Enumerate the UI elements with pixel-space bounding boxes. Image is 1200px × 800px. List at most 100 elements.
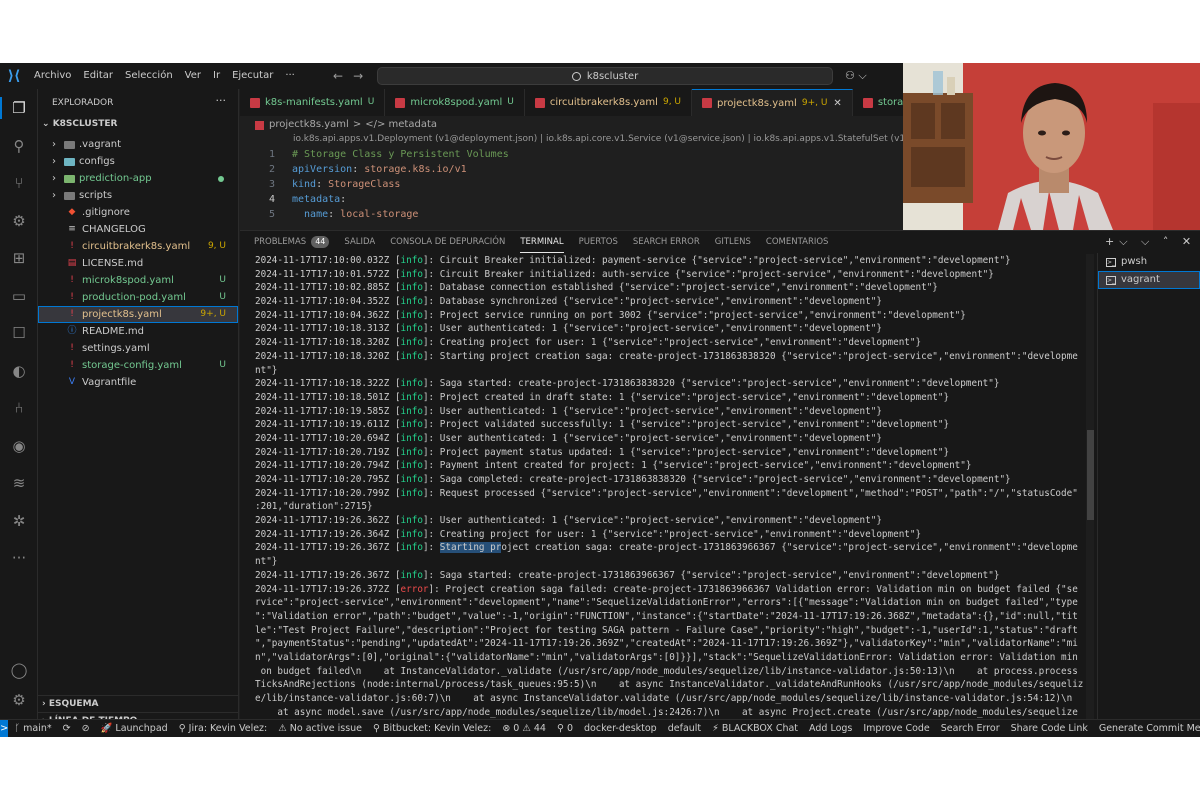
docker-icon[interactable]: ≋ xyxy=(7,472,31,494)
editor-tab[interactable]: k8s-manifests.yaml U xyxy=(240,89,386,116)
menu-item[interactable]: Ir xyxy=(207,63,226,89)
folder-item[interactable]: › scripts xyxy=(38,187,238,204)
file-item[interactable]: ≡ CHANGELOG xyxy=(38,221,238,238)
panel-actions[interactable]: +⌵ ⌵ ˄ ✕ xyxy=(1105,231,1196,253)
menu-item[interactable]: Ver xyxy=(179,63,207,89)
status-item[interactable]: docker-desktop xyxy=(584,723,657,734)
folder-item[interactable]: › configs xyxy=(38,153,238,170)
vscode-window: ⟩⟨ Archivo Editar Selección Ver Ir Ejecutar ··… xyxy=(0,63,1200,737)
file-item[interactable]: ⓘ README.md xyxy=(38,323,238,340)
log-message: at async model.save (/usr/src/app/node_m… xyxy=(255,706,1078,718)
menu-item[interactable]: Ejecutar xyxy=(226,63,279,89)
terminal-output[interactable]: 2024-11-17T17:10:00.032Z [info]: Circuit… xyxy=(255,254,1085,720)
account-icon[interactable]: ◯ xyxy=(7,659,31,681)
panel-tab[interactable]: CONSOLA DE DEPURACIÓN xyxy=(390,231,505,253)
menu-item[interactable]: ··· xyxy=(279,63,301,89)
file-item[interactable]: ▤ LICENSE.md xyxy=(38,255,238,272)
file-item[interactable]: ! microk8spod.yaml U xyxy=(38,272,238,289)
terminal-instance[interactable]: >_ pwsh xyxy=(1098,253,1200,271)
command-center-search[interactable]: k8scluster xyxy=(377,67,833,85)
status-item[interactable]: ⚲ Jira: Kevin Velez: xyxy=(179,723,268,734)
panel-tab[interactable]: GITLENS xyxy=(715,231,751,253)
scrollbar-thumb[interactable] xyxy=(1087,430,1094,520)
search-icon[interactable]: ⚲ xyxy=(7,135,31,157)
panel-tab[interactable]: TERMINAL xyxy=(520,231,564,253)
schema-hint[interactable]: io.k8s.api.apps.v1.Deployment (v1@deploy… xyxy=(293,134,983,144)
panel-tab[interactable]: COMENTARIOS xyxy=(766,231,829,253)
status-item[interactable]: ⚡ BLACKBOX Chat xyxy=(712,723,798,734)
status-item[interactable]: Add Logs xyxy=(809,723,852,734)
panel-tab[interactable]: PUERTOS xyxy=(579,231,618,253)
status-item[interactable]: ⟳ xyxy=(63,723,71,734)
status-item[interactable]: Share Code Link xyxy=(1011,723,1088,734)
file-item[interactable]: ! settings.yaml xyxy=(38,340,238,357)
file-item[interactable]: ! storage-config.yaml U xyxy=(38,357,238,374)
sidebar-section[interactable]: › ESQUEMA xyxy=(38,695,238,712)
chat-icon[interactable]: ☐ xyxy=(7,322,31,344)
forward-arrow-icon[interactable]: → xyxy=(353,69,373,83)
status-item[interactable]: Generate Commit Message xyxy=(1099,723,1200,734)
yaml-file-icon xyxy=(534,97,545,108)
gitlens-icon[interactable]: ◉ xyxy=(7,435,31,457)
status-item[interactable]: ⚲ Bitbucket: Kevin Velez: xyxy=(373,723,491,734)
copilot-icon[interactable]: ◐ xyxy=(7,360,31,382)
log-timestamp: 2024-11-17T17:10:04.352Z xyxy=(255,296,395,308)
nav-arrows[interactable]: ←→ xyxy=(333,63,373,89)
status-item[interactable]: ᚴ main* xyxy=(14,723,51,734)
file-item[interactable]: ! circuitbrakerk8s.yaml 9, U xyxy=(38,238,238,255)
close-icon[interactable]: ✕ xyxy=(833,90,841,117)
source-control-icon[interactable]: ⑂ xyxy=(7,172,31,194)
log-timestamp: 2024-11-17T17:10:18.501Z xyxy=(255,391,395,403)
file-item[interactable]: ! projectk8s.yaml 9+, U xyxy=(38,306,238,323)
status-item[interactable]: ⚲ 0 xyxy=(557,723,573,734)
folder-item[interactable]: › prediction-app xyxy=(38,170,238,187)
explorer-icon[interactable]: ❐ xyxy=(0,97,31,119)
debug-icon[interactable]: ⚙ xyxy=(7,210,31,232)
panel-tab-label: PUERTOS xyxy=(578,237,618,247)
log-timestamp: 2024-11-17T17:10:20.694Z xyxy=(255,432,395,444)
log-level: info xyxy=(400,296,423,308)
remote-explorer-icon[interactable]: ▭ xyxy=(7,285,31,307)
editor-tab[interactable]: circuitbrakerk8s.yaml 9, U xyxy=(525,89,693,116)
panel-tab[interactable]: PROBLEMAS 44 xyxy=(254,231,330,253)
more-icon[interactable]: ··· xyxy=(7,547,31,569)
menu-item[interactable]: Editar xyxy=(77,63,119,89)
breadcrumb-section[interactable]: </> metadata xyxy=(365,117,437,133)
code-editor[interactable]: 1 # Storage Class y Persistent Volumes 2 ap… xyxy=(240,147,905,222)
back-arrow-icon[interactable]: ← xyxy=(333,69,353,83)
menu-item[interactable]: Selección xyxy=(119,63,179,89)
folder-item[interactable]: › .vagrant xyxy=(38,136,238,153)
status-item[interactable]: 🚀 Launchpad xyxy=(101,723,168,734)
status-item[interactable]: ⊗ 0 ⚠ 44 xyxy=(502,723,546,734)
git-graph-icon[interactable]: ⑃ xyxy=(7,397,31,419)
status-item[interactable]: ⊘ xyxy=(82,723,90,734)
status-item[interactable]: Improve Code xyxy=(863,723,929,734)
panel-tab[interactable]: SEARCH ERROR xyxy=(633,231,700,253)
editor-tab[interactable]: microk8spod.yaml U xyxy=(385,89,525,116)
panel-tab-label: CONSOLA DE DEPURACIÓN xyxy=(390,237,506,247)
settings-icon[interactable]: ⚙ xyxy=(7,689,31,711)
breadcrumb-file[interactable]: projectk8s.yaml xyxy=(269,117,349,133)
status-item[interactable]: Search Error xyxy=(941,723,1000,734)
file-item[interactable]: V Vagrantfile xyxy=(38,374,238,391)
editor-tab[interactable]: storage-cor xyxy=(853,89,905,116)
menu-item[interactable]: Archivo xyxy=(28,63,77,89)
extensions-icon[interactable]: ⊞ xyxy=(7,247,31,269)
more-actions-icon[interactable]: ··· xyxy=(216,94,227,107)
remote-indicator-icon[interactable]: >< xyxy=(0,719,9,737)
status-item[interactable]: ⚠ No active issue xyxy=(278,723,362,734)
copilot-menu-icon[interactable]: ⚇ ⌵ xyxy=(845,63,867,89)
workspace-root[interactable]: ⌄ K8SCLUSTER xyxy=(42,119,117,129)
panel-tab[interactable]: SALIDA xyxy=(344,231,375,253)
kubernetes-icon[interactable]: ✲ xyxy=(7,510,31,532)
file-item[interactable]: ◆ .gitignore xyxy=(38,204,238,221)
terminal-scrollbar[interactable] xyxy=(1086,254,1094,720)
chevron-down-icon: ⌄ xyxy=(42,119,53,129)
terminal-instance[interactable]: >_ vagrant xyxy=(1098,271,1200,289)
status-item[interactable]: default xyxy=(668,723,701,734)
file-item[interactable]: ! production-pod.yaml U xyxy=(38,289,238,306)
log-level: info xyxy=(400,391,423,403)
editor-tab[interactable]: projectk8s.yaml 9+, U ✕ xyxy=(692,89,853,116)
panel-tab-label: PROBLEMAS xyxy=(254,237,307,247)
git-status-badge: U xyxy=(219,292,226,302)
